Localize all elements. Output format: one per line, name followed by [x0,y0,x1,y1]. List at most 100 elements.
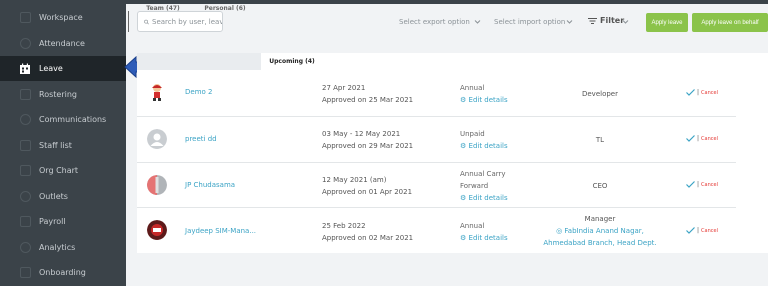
leave-type: Annual ⚙ Edit details [460,82,508,106]
sidebar-item-label: Staff list [39,141,72,150]
table-row [137,70,736,116]
sidebar-item-label: Attendance [39,39,85,48]
row-actions: | Cancel [686,89,718,96]
analytics-icon [19,242,31,254]
sidebar-item-onboarding[interactable]: Onboarding [0,260,126,285]
leave-type-label: Annual [460,222,485,230]
check-icon[interactable] [686,181,695,188]
outlets-icon [19,191,31,203]
leave-type-label: Annual Carry [460,170,506,178]
sidebar-item-label: Org Chart [39,166,79,175]
row-actions: | Cancel [686,227,718,234]
employee-role: TL [595,136,605,144]
leave-type: Unpaid ⚙ Edit details [460,128,508,152]
leave-dates: 03 May - 12 May 2021 Approved on 29 Mar … [322,128,413,152]
edit-icon: ⚙ [460,194,469,202]
rostering-icon [19,89,31,101]
filter-button[interactable]: Filter [588,16,624,25]
filter-icon [588,17,597,24]
check-icon[interactable] [686,227,695,234]
row-actions: | Cancel [686,181,718,188]
sidebar-item-attendance[interactable]: Attendance [0,31,126,56]
sidebar-item-payroll[interactable]: Payroll [0,209,126,234]
search-icon [144,19,149,24]
edit-details-label: Edit details [468,142,508,150]
employee-role: CEO [592,182,608,190]
leave-type: Annual Carry Forward ⚙ Edit details [460,168,508,204]
apply-leave-on-behalf-button[interactable]: Apply leave on behalf [692,13,768,32]
cancel-link[interactable]: Cancel [701,90,718,96]
leave-date-range: 25 Feb 2022 [322,222,366,230]
sidebar-item-org-chart[interactable]: Org Chart [0,158,126,183]
apply-leave-button[interactable]: Apply leave [646,13,688,32]
location-line-continued[interactable]: Ahmedabad Branch, Head Dept. [530,237,670,249]
edit-details-label: Edit details [468,96,508,104]
approved-on: Approved on 01 Apr 2021 [322,188,413,196]
leave-type-label: Unpaid [460,130,485,138]
sidebar-item-label: Outlets [39,192,68,201]
employee-role: Developer [581,90,618,98]
sidebar-item-leave[interactable]: Leave [0,56,126,81]
edit-details-link[interactable]: ⚙ Edit details [460,192,508,204]
sidebar-item-staff-list[interactable]: Staff list [0,133,126,158]
avatar [152,84,162,101]
filter-label: Filter [600,16,625,25]
edit-details-link[interactable]: ⚙ Edit details [460,140,508,152]
employee-name-link[interactable]: Jaydeep SIM-Mana... [185,227,256,235]
separator: | [697,89,700,96]
chevron-down-icon[interactable] [622,18,629,25]
chevron-down-icon[interactable] [474,18,481,25]
employee-role: Manager ◎ FabIndia Anand Nagar, Ahmedaba… [530,213,670,249]
tab-team[interactable]: Team (47) [137,0,189,17]
approved-on: Approved on 02 Mar 2021 [322,234,414,242]
import-select[interactable]: Select import option [494,18,565,26]
leave-dates: 25 Feb 2022 Approved on 02 Mar 2021 [322,220,413,244]
edit-details-label: Edit details [468,234,508,242]
avatar [147,129,167,149]
sidebar-item-analytics[interactable]: Analytics [0,235,126,260]
sidebar-item-label: Payroll [39,217,66,226]
row-actions: | Cancel [686,135,718,142]
input-edge [126,11,129,32]
sidebar-item-label: Leave [39,64,63,73]
search-input[interactable] [152,17,222,26]
edit-icon: ⚙ [460,96,469,104]
edit-icon: ⚙ [460,234,469,242]
leave-type-label-continued: Forward [460,182,489,190]
sidebar-item-outlets[interactable]: Outlets [0,184,126,209]
cancel-link[interactable]: Cancel [701,228,718,234]
edit-details-label: Edit details [468,194,508,202]
export-select[interactable]: Select export option [399,18,470,26]
sidebar-item-label: Rostering [39,90,77,99]
sidebar-item-communications[interactable]: Communications [0,107,126,132]
leave-date-range: 03 May - 12 May 2021 [322,130,401,138]
location-link[interactable]: ◎ FabIndia Anand Nagar, [530,225,670,237]
tab-upcoming[interactable]: Upcoming (4) [261,53,323,70]
check-icon[interactable] [686,135,695,142]
employee-name-link[interactable]: JP Chudasama [185,181,235,189]
edit-details-link[interactable]: ⚙ Edit details [460,94,508,106]
employee-role-label: Manager [584,215,616,223]
employee-name-link[interactable]: Demo 2 [185,88,212,96]
attendance-icon [19,38,31,50]
employee-name-link[interactable]: preeti dd [185,135,217,143]
edit-details-link[interactable]: ⚙ Edit details [460,232,508,244]
approved-on: Approved on 25 Mar 2021 [322,96,414,104]
sidebar-item-label: Onboarding [39,268,86,277]
cancel-link[interactable]: Cancel [701,182,718,188]
workspace-icon [19,12,31,24]
sidebar-item-workspace[interactable]: Workspace [0,5,126,30]
sidebar-item-rostering[interactable]: Rostering [0,82,126,107]
separator: | [697,181,700,188]
sidebar-item-label: Communications [39,115,107,124]
cancel-link[interactable]: Cancel [701,136,718,142]
leave-dates: 27 Apr 2021 Approved on 25 Mar 2021 [322,82,413,106]
org-chart-icon [19,165,31,177]
chevron-down-icon[interactable] [566,18,573,25]
leave-date-range: 12 May 2021 (am) [322,176,387,184]
check-icon[interactable] [686,89,695,96]
leave-date-range: 27 Apr 2021 [322,84,366,92]
tab-personal[interactable]: Personal (6) [193,0,257,17]
onboarding-icon [19,267,31,279]
leave-icon [19,63,31,75]
